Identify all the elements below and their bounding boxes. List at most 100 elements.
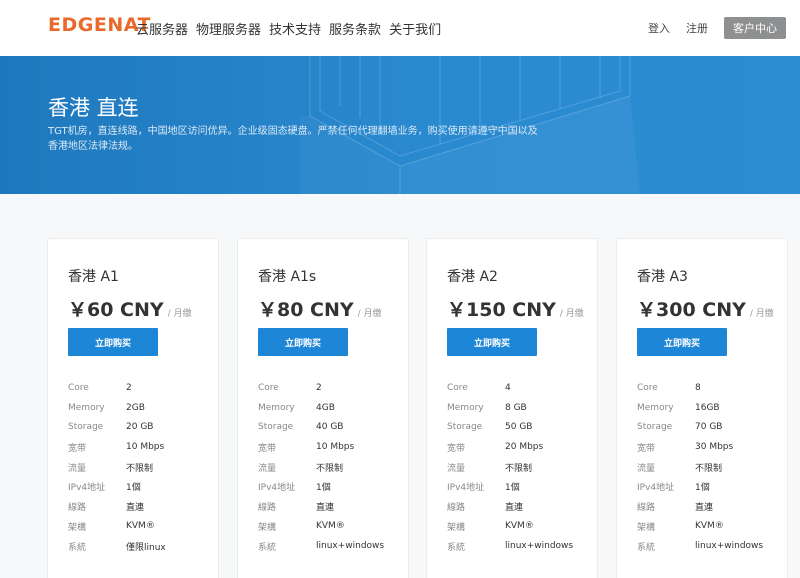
spec-row: Memory 16GB — [637, 398, 763, 418]
spec-label: 宽带 — [637, 443, 656, 454]
top-navbar: EDGENAT 云服务器 物理服务器 技术支持 服务条款 关于我们 登入 注册 … — [0, 0, 800, 56]
spec-row: 系統 linux+windows — [447, 536, 573, 556]
plan-name: 香港 A2 — [447, 269, 498, 285]
price-period: / 月缴 — [749, 309, 774, 319]
nav-item-about[interactable]: 关于我们 — [389, 19, 441, 38]
price-amount: ￥80 CNY — [258, 299, 354, 321]
spec-label: Storage — [258, 422, 294, 433]
spec-value: 10 Mbps — [316, 442, 355, 453]
spec-label: 系統 — [447, 542, 466, 553]
spec-label: 宽带 — [258, 443, 277, 454]
buy-now-button[interactable]: 立即购买 — [68, 328, 158, 356]
spec-row: 系統 linux+windows — [258, 536, 384, 556]
plan-name: 香港 A1s — [258, 269, 317, 285]
spec-label: 流量 — [68, 463, 87, 474]
spec-value: linux+windows — [505, 541, 574, 552]
plan-price: ￥60 CNY / 月缴 — [68, 295, 192, 322]
plan-name: 香港 A1 — [68, 269, 119, 285]
spec-row: 架構 KVM® — [447, 517, 573, 537]
spec-row: Memory 4GB — [258, 398, 384, 418]
buy-now-button[interactable]: 立即购买 — [637, 328, 727, 356]
nav-item-physical-server[interactable]: 物理服务器 — [196, 19, 261, 38]
spec-value: 16GB — [695, 402, 720, 413]
login-link[interactable]: 登入 — [648, 20, 670, 36]
spec-label: 系統 — [68, 542, 87, 553]
plan-card-a3: 香港 A3 ￥300 CNY / 月缴 立即购买 Core 8 Memory 16G… — [616, 238, 788, 578]
spec-row: Storage 50 GB — [447, 418, 573, 438]
spec-value: 1個 — [695, 483, 710, 494]
spec-row: Core 2 — [258, 378, 384, 398]
spec-label: 線路 — [637, 503, 656, 514]
spec-list: Core 4 Memory 8 GB Storage 50 GB 宽带 20 Mbps … — [447, 378, 573, 556]
spec-label: Core — [258, 382, 279, 393]
spec-row: 宽带 20 Mbps — [447, 437, 573, 457]
page-title: 香港 直连 — [48, 96, 139, 120]
spec-label: Storage — [68, 422, 104, 433]
spec-label: 架構 — [258, 522, 277, 533]
spec-value: KVM® — [695, 521, 724, 532]
spec-label: IPv4地址 — [447, 483, 485, 494]
spec-value: 40 GB — [316, 422, 344, 433]
spec-value: 不限制 — [505, 463, 533, 474]
price-period: / 月缴 — [559, 309, 584, 319]
buy-now-button[interactable]: 立即购买 — [447, 328, 537, 356]
price-amount: ￥60 CNY — [68, 299, 164, 321]
price-amount: ￥300 CNY — [637, 299, 746, 321]
spec-row: 系統 僅限linux — [68, 536, 166, 556]
spec-row: 線路 直連 — [258, 497, 384, 517]
plan-price: ￥80 CNY / 月缴 — [258, 295, 382, 322]
client-center-button[interactable]: 客户中心 — [724, 17, 786, 39]
spec-row: 宽带 10 Mbps — [68, 437, 166, 457]
spec-label: 宽带 — [447, 443, 466, 454]
spec-label: 線路 — [258, 503, 277, 514]
spec-label: IPv4地址 — [637, 483, 675, 494]
spec-row: Core 4 — [447, 378, 573, 398]
spec-value: 20 Mbps — [505, 442, 544, 453]
spec-row: 架構 KVM® — [68, 517, 166, 537]
auth-links: 登入 注册 客户中心 — [648, 17, 786, 39]
spec-row: Storage 70 GB — [637, 418, 763, 438]
price-amount: ￥150 CNY — [447, 299, 556, 321]
spec-value: 1個 — [505, 483, 520, 494]
spec-value: 50 GB — [505, 422, 533, 433]
spec-label: 線路 — [447, 503, 466, 514]
spec-list: Core 2 Memory 4GB Storage 40 GB 宽带 10 Mbps 流… — [258, 378, 384, 556]
spec-row: 線路 直連 — [447, 497, 573, 517]
spec-row: Storage 40 GB — [258, 418, 384, 438]
spec-row: Storage 20 GB — [68, 418, 166, 438]
spec-value: 直連 — [316, 503, 335, 514]
spec-label: Memory — [447, 402, 484, 413]
spec-label: Core — [68, 382, 89, 393]
spec-value: 直連 — [126, 503, 145, 514]
spec-value: 僅限linux — [126, 542, 166, 553]
spec-label: 系統 — [637, 542, 656, 553]
nav-item-tech-support[interactable]: 技术支持 — [269, 19, 321, 38]
plan-price: ￥150 CNY / 月缴 — [447, 295, 584, 322]
spec-label: Memory — [258, 402, 295, 413]
spec-label: 系統 — [258, 542, 277, 553]
buy-now-button[interactable]: 立即购买 — [258, 328, 348, 356]
register-link[interactable]: 注册 — [686, 20, 708, 36]
spec-value: 2 — [316, 382, 322, 393]
spec-label: 流量 — [258, 463, 277, 474]
spec-value: 4GB — [316, 402, 335, 413]
spec-value: 直連 — [695, 503, 714, 514]
spec-value: KVM® — [316, 521, 345, 532]
spec-label: Core — [637, 382, 658, 393]
spec-label: 線路 — [68, 503, 87, 514]
main-nav: 云服务器 物理服务器 技术支持 服务条款 关于我们 — [136, 19, 441, 38]
spec-list: Core 8 Memory 16GB Storage 70 GB 宽带 30 Mbps … — [637, 378, 763, 556]
spec-label: 架構 — [637, 522, 656, 533]
spec-value: 不限制 — [126, 463, 154, 474]
spec-label: 流量 — [637, 463, 656, 474]
spec-row: 流量 不限制 — [637, 457, 763, 477]
spec-value: 1個 — [316, 483, 331, 494]
nav-item-cloud-server[interactable]: 云服务器 — [136, 19, 188, 38]
price-period: / 月缴 — [357, 309, 382, 319]
spec-label: 架構 — [68, 522, 87, 533]
page-description: TGT机房，直连线路，中国地区访问优异。企业级固态硬盘。严禁任何代理翻墙业务，购… — [48, 126, 538, 152]
spec-row: IPv4地址 1個 — [447, 477, 573, 497]
plan-card-a2: 香港 A2 ￥150 CNY / 月缴 立即购买 Core 4 Memory 8 G… — [426, 238, 598, 578]
nav-item-terms[interactable]: 服务条款 — [329, 19, 381, 38]
spec-list: Core 2 Memory 2GB Storage 20 GB 宽带 10 Mbps 流… — [68, 378, 166, 556]
